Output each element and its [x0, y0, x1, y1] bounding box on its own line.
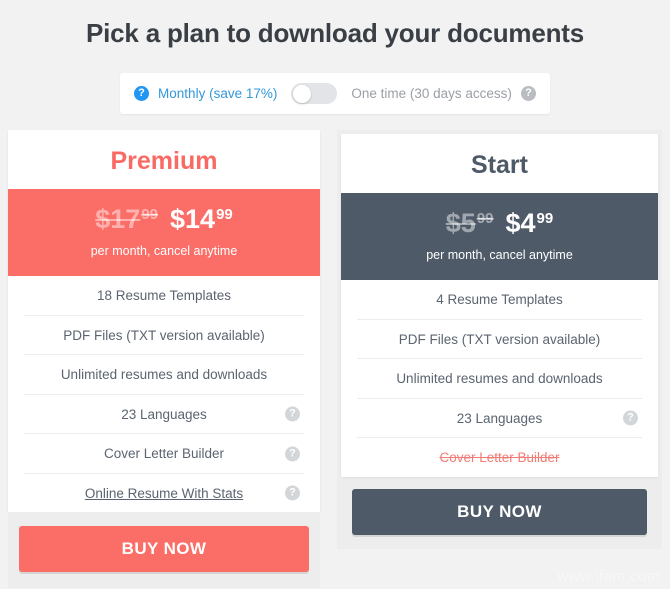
feature-label: PDF Files (TXT version available) — [398, 331, 601, 347]
premium-new-price-cents: 99 — [216, 206, 233, 224]
feature-label-unavailable: Cover Letter Builder — [439, 450, 560, 466]
premium-old-price-dollars: $17 — [95, 204, 141, 235]
page-title: Pick a plan to download your documents — [85, 18, 585, 49]
billing-toggle-bar[interactable]: ? Monthly (save 17%) One time (30 days a… — [120, 73, 550, 115]
start-old-price: $5 99 — [446, 210, 494, 237]
plans-row: Premium $17 99 $14 99 per month, cancel an… — [0, 130, 670, 589]
feature-row: 23 Languages ? — [24, 395, 304, 435]
start-plan-name: Start — [471, 151, 528, 180]
feature-help-icon[interactable]: ? — [623, 410, 638, 426]
premium-plan-name: Premium — [110, 147, 218, 176]
feature-row: PDF Files (TXT version available) — [24, 316, 304, 356]
feature-help-icon[interactable]: ? — [285, 485, 300, 501]
premium-new-price: $14 99 — [170, 206, 233, 233]
toggle-knob — [292, 84, 311, 103]
start-old-price-dollars: $5 — [445, 208, 476, 239]
premium-footer: BUY NOW — [8, 512, 320, 589]
premium-old-price-cents: 99 — [141, 206, 158, 224]
start-card: Start $5 99 $4 99 per month, cancel anytim… — [341, 134, 658, 477]
feature-label[interactable]: Online Resume With Stats — [85, 486, 243, 501]
start-price-band: $5 99 $4 99 per month, cancel anytime — [341, 193, 658, 281]
premium-price-line: $17 99 $14 99 — [8, 206, 320, 233]
feature-label: 18 Resume Templates — [96, 288, 232, 304]
feature-row: 23 Languages ? — [357, 399, 642, 439]
plan-start: Start $5 99 $4 99 per month, cancel anytim… — [328, 130, 670, 588]
start-new-price-cents: 99 — [536, 210, 554, 228]
premium-old-price: $17 99 — [95, 206, 158, 233]
start-new-price: $4 99 — [506, 210, 554, 237]
premium-price-note: per month, cancel anytime — [90, 244, 238, 259]
start-new-price-dollars: $4 — [505, 208, 536, 239]
feature-label: 23 Languages — [456, 410, 543, 426]
feature-label: Unlimited resumes and downloads — [60, 367, 268, 383]
start-frame: Start $5 99 $4 99 per month, cancel anytim… — [337, 130, 662, 549]
feature-row: 18 Resume Templates — [24, 276, 304, 316]
feature-label: 4 Resume Templates — [436, 292, 563, 308]
monthly-help-icon[interactable]: ? — [134, 86, 150, 102]
feature-label: Cover Letter Builder — [103, 446, 225, 462]
start-feature-list: 4 Resume Templates PDF Files (TXT versio… — [341, 280, 658, 477]
premium-new-price-dollars: $14 — [170, 204, 216, 235]
premium-price-band: $17 99 $14 99 per month, cancel anytime — [8, 189, 320, 277]
onetime-help-icon[interactable]: ? — [520, 86, 536, 102]
feature-help-icon[interactable]: ? — [285, 446, 300, 462]
start-buy-now-button[interactable]: BUY NOW — [352, 488, 647, 535]
premium-buy-now-button[interactable]: BUY NOW — [19, 526, 309, 573]
feature-row: Unlimited resumes and downloads — [24, 355, 304, 395]
plan-premium: Premium $17 99 $14 99 per month, cancel an… — [0, 130, 328, 589]
premium-feature-list: 18 Resume Templates PDF Files (TXT versi… — [8, 276, 320, 512]
watermark: www.ifam.com — [557, 568, 660, 586]
billing-option-monthly-label[interactable]: Monthly (save 17%) — [158, 86, 277, 101]
feature-label: PDF Files (TXT version available) — [63, 327, 265, 343]
feature-row: PDF Files (TXT version available) — [357, 320, 642, 360]
start-footer: BUY NOW — [341, 477, 658, 545]
billing-option-onetime-label[interactable]: One time (30 days access) — [351, 86, 512, 101]
feature-row: Unlimited resumes and downloads — [357, 359, 642, 399]
feature-row: 4 Resume Templates — [357, 280, 642, 320]
feature-row: Cover Letter Builder ? — [24, 434, 304, 474]
feature-row: Cover Letter Builder — [357, 438, 642, 477]
billing-toggle-switch[interactable] — [291, 83, 338, 105]
billing-toggle-container: ? Monthly (save 17%) One time (30 days a… — [0, 73, 670, 115]
premium-card: Premium $17 99 $14 99 per month, cancel an… — [8, 130, 320, 513]
start-price-line: $5 99 $4 99 — [341, 210, 658, 237]
feature-label: 23 Languages — [121, 406, 207, 422]
feature-help-icon[interactable]: ? — [285, 406, 300, 422]
start-old-price-cents: 99 — [476, 210, 494, 228]
feature-row: Online Resume With Stats ? — [24, 474, 304, 513]
start-price-note: per month, cancel anytime — [426, 248, 573, 263]
feature-label: Unlimited resumes and downloads — [396, 371, 603, 387]
